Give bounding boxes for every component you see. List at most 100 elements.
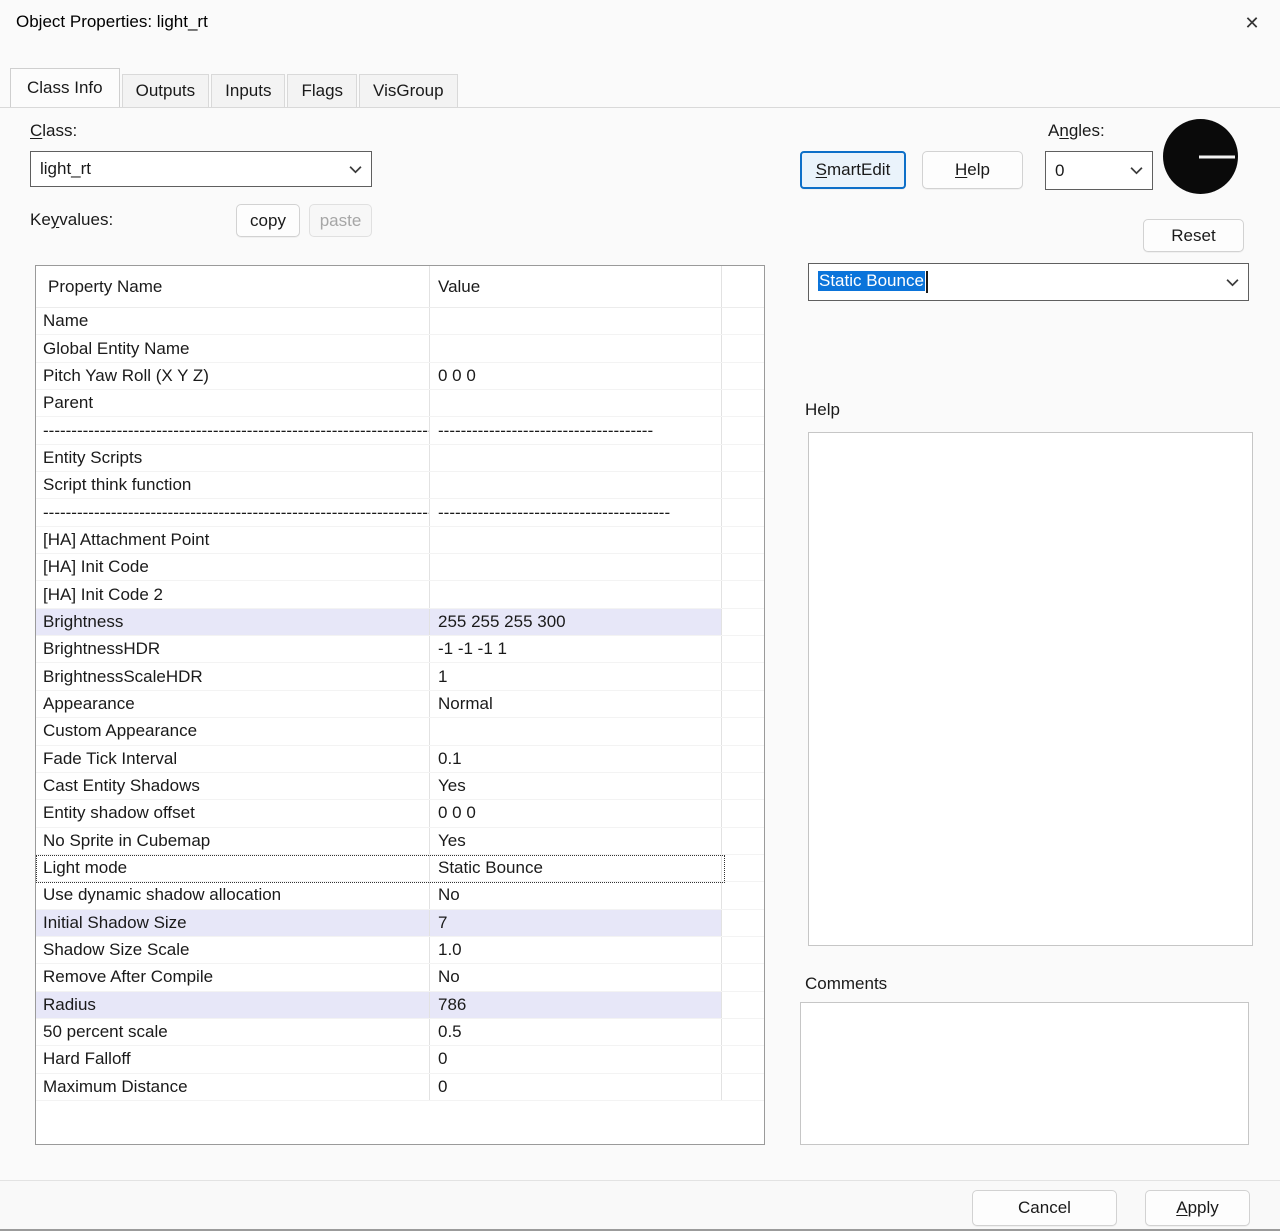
table-row[interactable]: Fade Tick Interval0.1	[36, 746, 764, 773]
table-row[interactable]: Name	[36, 308, 764, 335]
property-value	[430, 445, 722, 471]
table-row[interactable]: Brightness255 255 255 300	[36, 609, 764, 636]
table-row[interactable]: Custom Appearance	[36, 718, 764, 745]
table-row[interactable]: Remove After CompileNo	[36, 964, 764, 991]
property-name: Name	[36, 308, 430, 334]
row-extra	[722, 527, 764, 553]
property-value: 0	[430, 1074, 722, 1100]
table-row[interactable]: No Sprite in CubemapYes	[36, 828, 764, 855]
table-row[interactable]: Entity Scripts	[36, 445, 764, 472]
table-row[interactable]: BrightnessScaleHDR1	[36, 663, 764, 690]
property-value: 1.0	[430, 937, 722, 963]
table-row[interactable]: Maximum Distance0	[36, 1074, 764, 1101]
table-row[interactable]: Entity shadow offset0 0 0	[36, 800, 764, 827]
tab-visgroup[interactable]: VisGroup	[359, 74, 458, 107]
row-extra	[722, 964, 764, 990]
table-row[interactable]: Script think function	[36, 472, 764, 499]
paste-button: paste	[309, 204, 372, 237]
reset-button[interactable]: Reset	[1143, 219, 1244, 252]
property-name: Remove After Compile	[36, 964, 430, 990]
row-extra	[722, 855, 764, 881]
table-row[interactable]: Initial Shadow Size7	[36, 910, 764, 937]
table-row[interactable]: [HA] Init Code	[36, 554, 764, 581]
table-row[interactable]: ----------------------------------------…	[36, 417, 764, 444]
property-name: Brightness	[36, 609, 430, 635]
property-value: 1	[430, 663, 722, 689]
tab-flags[interactable]: Flags	[287, 74, 357, 107]
property-name: ----------------------------------------…	[36, 499, 430, 525]
keyvalues-label: Keyvalues:	[30, 210, 113, 230]
row-extra	[722, 554, 764, 580]
cancel-button[interactable]: Cancel	[972, 1190, 1117, 1226]
copy-button[interactable]: copy	[236, 204, 300, 237]
close-icon[interactable]: ✕	[1234, 6, 1270, 40]
table-header: Property Name Value	[36, 266, 764, 308]
property-value: Yes	[430, 773, 722, 799]
table-row[interactable]: Light modeStatic Bounce	[36, 855, 764, 882]
row-extra	[722, 363, 764, 389]
chevron-down-icon	[1226, 278, 1239, 287]
row-extra	[722, 335, 764, 361]
table-row[interactable]: Hard Falloff0	[36, 1046, 764, 1073]
property-value	[430, 308, 722, 334]
tab-outputs[interactable]: Outputs	[122, 74, 210, 107]
class-combobox-value: light_rt	[40, 159, 91, 179]
table-row[interactable]: Cast Entity ShadowsYes	[36, 773, 764, 800]
property-name: [HA] Init Code	[36, 554, 430, 580]
property-value: Yes	[430, 828, 722, 854]
row-extra	[722, 581, 764, 607]
tab-inputs[interactable]: Inputs	[211, 74, 285, 107]
header-value: Value	[430, 266, 722, 307]
angles-combobox-value: 0	[1055, 161, 1064, 181]
table-row[interactable]: Radius786	[36, 992, 764, 1019]
angle-dial[interactable]	[1163, 119, 1238, 194]
row-extra	[722, 992, 764, 1018]
property-value	[430, 581, 722, 607]
property-value	[430, 527, 722, 553]
footer-bar: Cancel Apply	[0, 1180, 1280, 1231]
smartedit-button[interactable]: SmartEdit	[800, 151, 906, 189]
keyvalues-table: Property Name Value NameGlobal Entity Na…	[35, 265, 765, 1145]
property-name: Initial Shadow Size	[36, 910, 430, 936]
table-row[interactable]: [HA] Init Code 2	[36, 581, 764, 608]
value-editor-combobox[interactable]: Static Bounce	[808, 263, 1249, 301]
apply-button[interactable]: Apply	[1145, 1190, 1250, 1226]
tab-class-info[interactable]: Class Info	[10, 68, 120, 107]
table-row[interactable]: Pitch Yaw Roll (X Y Z)0 0 0	[36, 363, 764, 390]
header-extra	[722, 266, 764, 307]
row-extra	[722, 663, 764, 689]
angles-combobox[interactable]: 0	[1045, 151, 1153, 190]
property-name: Light mode	[36, 855, 430, 881]
table-row[interactable]: ----------------------------------------…	[36, 499, 764, 526]
row-extra	[722, 910, 764, 936]
selected-text: Static Bounce	[818, 271, 925, 291]
property-name: [HA] Attachment Point	[36, 527, 430, 553]
table-row[interactable]: Global Entity Name	[36, 335, 764, 362]
table-row[interactable]: [HA] Attachment Point	[36, 527, 764, 554]
class-combobox[interactable]: light_rt	[30, 151, 372, 187]
class-label: Class:	[30, 121, 77, 141]
table-row[interactable]: BrightnessHDR-1 -1 -1 1	[36, 636, 764, 663]
property-value: 7	[430, 910, 722, 936]
property-name: No Sprite in Cubemap	[36, 828, 430, 854]
table-row[interactable]: AppearanceNormal	[36, 691, 764, 718]
value-editor-text: Static Bounce	[818, 271, 928, 293]
table-row[interactable]: Parent	[36, 390, 764, 417]
property-name: Shadow Size Scale	[36, 937, 430, 963]
property-name: Parent	[36, 390, 430, 416]
help-button[interactable]: Help	[922, 151, 1023, 189]
property-value: 255 255 255 300	[430, 609, 722, 635]
property-value	[430, 335, 722, 361]
object-properties-dialog: Object Properties: light_rt ✕ Class Info…	[0, 0, 1280, 1231]
row-extra	[722, 746, 764, 772]
property-value: Normal	[430, 691, 722, 717]
property-value: Static Bounce	[430, 855, 722, 881]
table-row[interactable]: Use dynamic shadow allocationNo	[36, 882, 764, 909]
property-name: Script think function	[36, 472, 430, 498]
property-value: 0.1	[430, 746, 722, 772]
property-name: ----------------------------------------…	[36, 417, 430, 443]
table-row[interactable]: Shadow Size Scale1.0	[36, 937, 764, 964]
row-extra	[722, 773, 764, 799]
comments-input[interactable]	[800, 1002, 1249, 1145]
table-row[interactable]: 50 percent scale0.5	[36, 1019, 764, 1046]
